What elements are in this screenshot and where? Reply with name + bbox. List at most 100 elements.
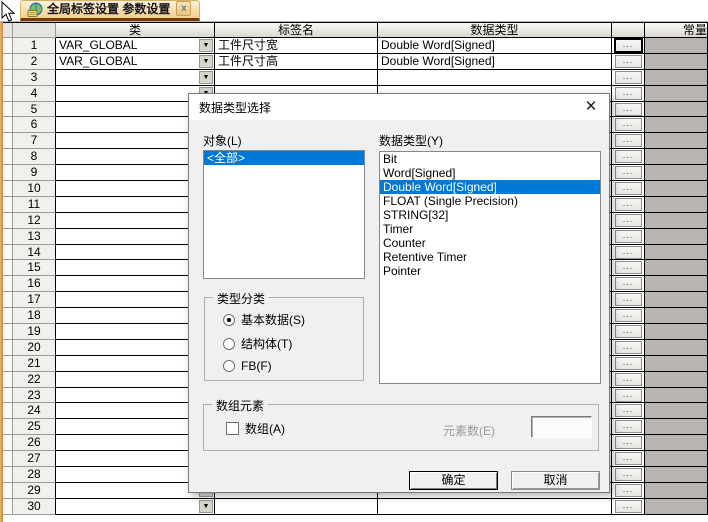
datatype-browse-button[interactable]: ... — [615, 71, 642, 84]
datatype-list-item[interactable]: Word[Signed] — [380, 166, 600, 180]
datatype-list-item[interactable]: STRING[32] — [380, 208, 600, 222]
datatype-browse-button[interactable]: ... — [615, 166, 642, 179]
datatype-browse-button[interactable]: ... — [615, 87, 642, 100]
datatype-browse-button[interactable]: ... — [615, 452, 642, 465]
tab-close-icon[interactable]: x — [176, 1, 191, 16]
datatype-browse-button[interactable]: ... — [615, 484, 642, 497]
datatype-cell[interactable]: Double Word[Signed] — [378, 54, 612, 70]
datatype-list-item[interactable]: Retentive Timer — [380, 250, 600, 264]
row-selector[interactable] — [3, 356, 13, 372]
row-selector[interactable] — [3, 70, 13, 86]
datatype-browse-button[interactable]: ... — [615, 39, 642, 52]
row-number[interactable]: 22 — [13, 372, 56, 388]
tab-global-label-settings[interactable]: 全局标签设置 参数设置 x — [20, 0, 200, 21]
row-selector[interactable] — [3, 388, 13, 404]
datatype-browse-button[interactable]: ... — [615, 246, 642, 259]
datatype-browse-button[interactable]: ... — [615, 214, 642, 227]
datatype-list-item[interactable]: FLOAT (Single Precision) — [380, 194, 600, 208]
row-number[interactable]: 29 — [13, 483, 56, 499]
datatype-browse-button[interactable]: ... — [615, 389, 642, 402]
row-selector[interactable] — [3, 340, 13, 356]
datatype-list-item[interactable]: Timer — [380, 222, 600, 236]
datatype-browse-button[interactable]: ... — [615, 341, 642, 354]
datatype-cell[interactable] — [378, 70, 612, 86]
class-cell[interactable]: VAR_GLOBAL▼ — [56, 54, 215, 70]
class-cell[interactable]: ▼ — [56, 499, 215, 515]
datatype-list-item[interactable]: Counter — [380, 236, 600, 250]
type-category-option[interactable]: FB(F) — [223, 359, 272, 373]
row-selector[interactable] — [3, 308, 13, 324]
column-header-constant[interactable]: 常量 — [645, 23, 708, 38]
row-number[interactable]: 23 — [13, 388, 56, 404]
dialog-close-icon[interactable]: ✕ — [579, 96, 603, 118]
row-selector[interactable] — [3, 292, 13, 308]
row-number[interactable]: 10 — [13, 181, 56, 197]
radio-button-icon[interactable] — [223, 314, 235, 326]
row-selector[interactable] — [3, 451, 13, 467]
row-number[interactable]: 14 — [13, 245, 56, 261]
datatype-browse-button[interactable]: ... — [615, 230, 642, 243]
datatype-browse-button[interactable]: ... — [615, 468, 642, 481]
row-number[interactable]: 3 — [13, 70, 56, 86]
chevron-down-icon[interactable]: ▼ — [199, 500, 213, 513]
row-number[interactable]: 12 — [13, 213, 56, 229]
row-number[interactable]: 9 — [13, 165, 56, 181]
row-selector[interactable] — [3, 102, 13, 118]
datatype-browse-button[interactable]: ... — [615, 134, 642, 147]
label-cell[interactable]: 工件尺寸高 — [215, 54, 378, 70]
row-selector[interactable] — [3, 229, 13, 245]
type-category-option[interactable]: 结构体(T) — [223, 335, 292, 352]
row-number[interactable]: 15 — [13, 260, 56, 276]
row-number[interactable]: 4 — [13, 86, 56, 102]
row-selector[interactable] — [3, 213, 13, 229]
row-selector[interactable] — [3, 54, 13, 70]
row-selector[interactable] — [3, 149, 13, 165]
ok-button[interactable]: 确定 — [409, 471, 498, 490]
datatype-cell[interactable] — [378, 499, 612, 515]
row-number[interactable]: 1 — [13, 38, 56, 54]
row-selector[interactable] — [3, 403, 13, 419]
dialog-titlebar[interactable]: 数据类型选择 — [189, 94, 609, 120]
row-selector[interactable] — [3, 117, 13, 133]
datatype-browse-button[interactable]: ... — [615, 261, 642, 274]
datatype-browse-button[interactable]: ... — [615, 293, 642, 306]
array-checkbox[interactable] — [226, 422, 239, 435]
chevron-down-icon[interactable]: ▼ — [199, 39, 213, 52]
datatype-list-item[interactable]: Double Word[Signed] — [380, 180, 600, 194]
datatype-browse-button[interactable]: ... — [615, 436, 642, 449]
datatype-browse-button[interactable]: ... — [615, 500, 642, 513]
type-category-option[interactable]: 基本数据(S) — [223, 311, 305, 328]
row-number[interactable]: 19 — [13, 324, 56, 340]
object-list-item[interactable]: <全部> — [204, 151, 364, 165]
row-number[interactable]: 28 — [13, 467, 56, 483]
row-selector[interactable] — [3, 372, 13, 388]
object-listbox[interactable]: <全部> — [203, 150, 365, 279]
row-selector[interactable] — [3, 276, 13, 292]
datatype-browse-button[interactable]: ... — [615, 373, 642, 386]
datatype-browse-button[interactable]: ... — [615, 182, 642, 195]
row-number[interactable]: 11 — [13, 197, 56, 213]
row-selector[interactable] — [3, 467, 13, 483]
row-number[interactable]: 21 — [13, 356, 56, 372]
label-cell[interactable]: 工件尺寸宽 — [215, 38, 378, 54]
row-selector[interactable] — [3, 435, 13, 451]
class-cell[interactable]: ▼ — [56, 70, 215, 86]
row-number[interactable]: 5 — [13, 102, 56, 118]
row-number[interactable]: 16 — [13, 276, 56, 292]
row-selector[interactable] — [3, 483, 13, 499]
datatype-browse-button[interactable]: ... — [615, 357, 642, 370]
row-selector[interactable] — [3, 86, 13, 102]
datatype-browse-button[interactable]: ... — [615, 150, 642, 163]
chevron-down-icon[interactable]: ▼ — [199, 71, 213, 84]
datatype-browse-button[interactable]: ... — [615, 420, 642, 433]
row-selector[interactable] — [3, 165, 13, 181]
row-number[interactable]: 24 — [13, 403, 56, 419]
datatype-browse-button[interactable]: ... — [615, 103, 642, 116]
row-selector[interactable] — [3, 419, 13, 435]
array-checkbox-row[interactable]: 数组(A) — [226, 420, 285, 437]
row-selector[interactable] — [3, 245, 13, 261]
column-header-class[interactable]: 类 — [56, 23, 215, 38]
chevron-down-icon[interactable]: ▼ — [199, 55, 213, 68]
row-selector[interactable] — [3, 260, 13, 276]
element-count-input[interactable] — [531, 416, 592, 438]
